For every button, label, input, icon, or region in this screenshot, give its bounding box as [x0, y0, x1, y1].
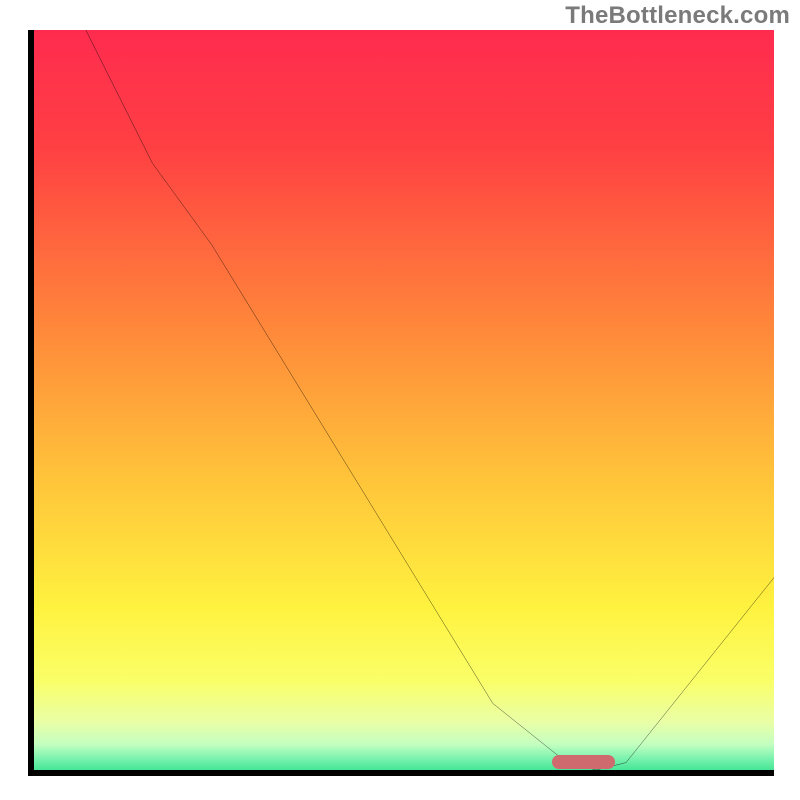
chart-container: TheBottleneck.com [0, 0, 800, 800]
watermark-text: TheBottleneck.com [565, 2, 790, 30]
optimal-marker [552, 755, 615, 769]
plot-area [28, 30, 774, 776]
line-curve [34, 30, 774, 770]
